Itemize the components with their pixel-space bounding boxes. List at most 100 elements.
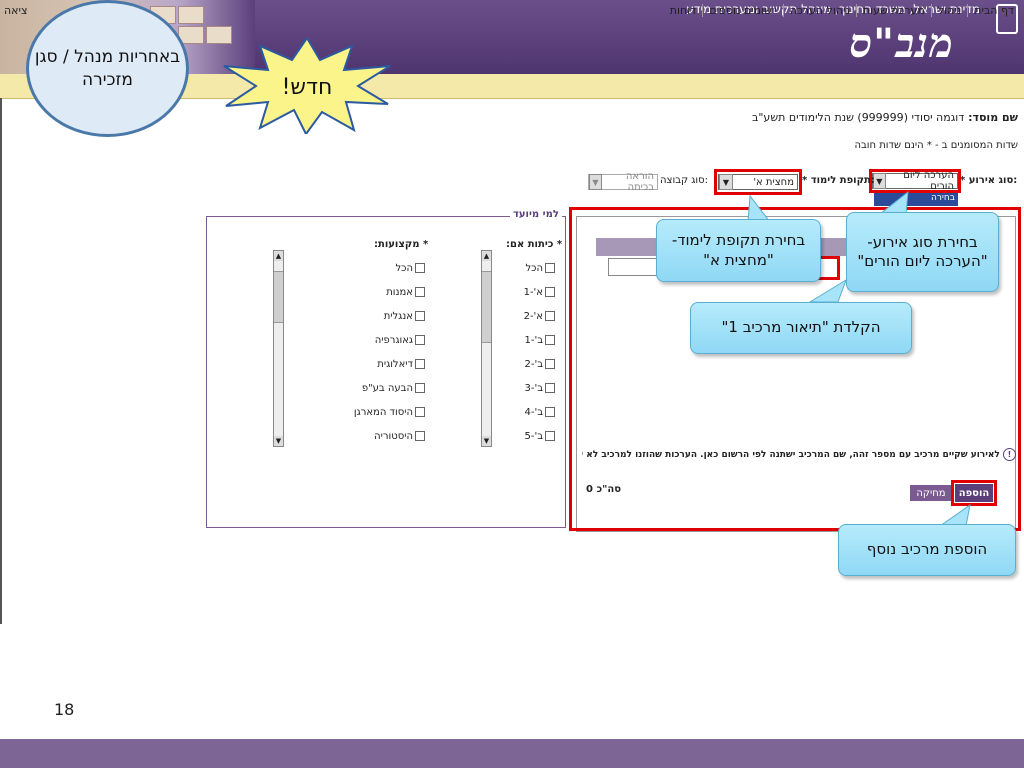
list-item[interactable]: הכל [500, 256, 555, 280]
group-type-select[interactable]: הוראה בכיתה ▼ [588, 171, 658, 193]
classes-scrollbar[interactable]: ▲ ▼ [481, 250, 492, 447]
classes-list: הכל א'-1 א'-2 ב'-1 ב'-2 ב'-3 ב'-4 ב'-5 [500, 256, 555, 448]
new-starburst: חדש! [223, 38, 391, 134]
period-label: * תקופת לימוד: [802, 175, 875, 186]
checkbox[interactable] [545, 407, 555, 417]
checkbox[interactable] [545, 359, 555, 369]
nav-item-reports[interactable]: דוחות [664, 4, 702, 17]
class-label: ב'-4 [524, 406, 543, 418]
scroll-thumb[interactable] [482, 271, 491, 343]
nav-item-exit[interactable]: ציאה [4, 4, 28, 17]
subject-label: אנגלית [383, 310, 413, 322]
class-label: א'-1 [523, 286, 543, 298]
nav-item-home[interactable]: דף הבית [967, 4, 1020, 17]
checkbox[interactable] [415, 359, 425, 369]
callout-period: בחירת תקופת לימוד- "מחצית א" [656, 219, 821, 282]
list-item[interactable]: ב'-5 [500, 424, 555, 448]
event-type-select[interactable]: הערכה ליום הורים ▼ [872, 170, 958, 192]
checkbox[interactable] [415, 335, 425, 345]
classes-title: * כיתות אם: [506, 239, 563, 250]
list-item[interactable]: א'-2 [500, 304, 555, 328]
event-type-label: * סוג אירוע: [960, 175, 1018, 186]
class-label: ב'-2 [524, 358, 543, 370]
chevron-down-icon[interactable]: ▼ [589, 174, 602, 190]
subjects-list: הכל אמנות אנגלית גאוגרפיה דיאלוגית הבעה … [340, 256, 425, 448]
slide-number: 18 [54, 700, 75, 719]
checkbox[interactable] [545, 311, 555, 321]
list-item[interactable]: אמנות [340, 280, 425, 304]
class-label: ב'-1 [524, 334, 543, 346]
page-border [0, 98, 2, 624]
checkbox[interactable] [415, 431, 425, 441]
list-item[interactable]: א'-1 [500, 280, 555, 304]
subject-label: גאוגרפיה [374, 334, 413, 346]
warning-icon: ! [1003, 448, 1016, 461]
photo-cell [178, 6, 204, 24]
class-label: ב'-3 [524, 382, 543, 394]
checkbox[interactable] [545, 431, 555, 441]
list-item[interactable]: ב'-3 [500, 376, 555, 400]
subjects-scrollbar[interactable]: ▲ ▼ [273, 250, 284, 447]
scroll-thumb[interactable] [274, 271, 283, 323]
scroll-down-icon[interactable]: ▼ [274, 436, 283, 446]
period-select[interactable]: מחצית א' ▼ [718, 174, 798, 190]
component-warning-line: ! לאירוע שקיים מרכיב עם מספר זהה, שם המר… [582, 448, 1016, 461]
list-item[interactable]: אנגלית [340, 304, 425, 328]
class-label: א'-2 [523, 310, 543, 322]
checkbox[interactable] [415, 407, 425, 417]
class-label: ב'-5 [524, 430, 543, 442]
component-warning-text: לאירוע שקיים מרכיב עם מספר זהה, שם המרכי… [582, 450, 1000, 460]
add-button[interactable]: הוספה [955, 484, 993, 502]
main-nav: דף הבית ניהול מערכת שעות ניהול הערכה ייש… [664, 4, 1020, 17]
checkbox[interactable] [415, 311, 425, 321]
nav-item-assessment[interactable]: ניהול הערכה [782, 4, 856, 17]
required-fields-note: שדות המסומנים ב - * הינם שדות חובה [854, 140, 1018, 151]
list-item[interactable]: היסוד המארגן [340, 400, 425, 424]
scroll-down-icon[interactable]: ▼ [482, 436, 491, 446]
starburst-text: חדש! [282, 75, 333, 100]
nav-item-management[interactable]: ניהול [930, 4, 967, 17]
subjects-title: * מקצועות: [374, 239, 429, 250]
scroll-up-icon[interactable]: ▲ [482, 251, 491, 261]
app-logo: מנב"ס [849, 20, 954, 67]
nav-item-more-apps[interactable]: יישומים נוספים [702, 4, 783, 17]
checkbox[interactable] [545, 335, 555, 345]
checkbox[interactable] [415, 287, 425, 297]
scroll-up-icon[interactable]: ▲ [274, 251, 283, 261]
list-item[interactable]: דיאלוגית [340, 352, 425, 376]
subject-label: דיאלוגית [377, 358, 413, 370]
subject-label: הכל [395, 262, 413, 274]
list-item[interactable]: הבעה בע"פ [340, 376, 425, 400]
subject-label: הבעה בע"פ [361, 382, 413, 394]
list-item[interactable]: ב'-2 [500, 352, 555, 376]
list-item[interactable]: היסטוריה [340, 424, 425, 448]
checkbox[interactable] [415, 383, 425, 393]
chevron-down-icon[interactable]: ▼ [719, 174, 733, 190]
delete-button[interactable]: מחיקה [910, 485, 952, 501]
slide-footer-bar [0, 739, 1024, 768]
list-item[interactable]: גאוגרפיה [340, 328, 425, 352]
nav-item-timetable[interactable]: מערכת שעות [855, 4, 931, 17]
group-type-value: הוראה בכיתה [625, 171, 654, 193]
checkbox[interactable] [545, 263, 555, 273]
chevron-down-icon[interactable]: ▼ [873, 173, 886, 189]
list-item[interactable]: ב'-1 [500, 328, 555, 352]
callout-description: הקלדת "תיאור מרכיב 1" [690, 302, 912, 354]
callout-event-type: בחירת סוג אירוע- "הערכה ליום הורים" [846, 212, 999, 292]
checkbox[interactable] [415, 263, 425, 273]
institution-label: שם מוסד: [968, 111, 1018, 124]
list-item[interactable]: הכל [340, 256, 425, 280]
checkbox[interactable] [545, 383, 555, 393]
target-audience-legend: למי מיועד [510, 209, 562, 220]
subject-label: היסטוריה [374, 430, 413, 442]
group-type-label: סוג קבוצה: [660, 175, 708, 186]
event-type-value: הערכה ליום הורים [903, 170, 954, 192]
list-item[interactable]: ב'-4 [500, 400, 555, 424]
event-type-dropdown-option[interactable]: בחירה [874, 193, 958, 206]
components-total: סה"כ 0 [586, 484, 621, 495]
subject-label: אמנות [386, 286, 413, 298]
callout-add-component: הוספת מרכיב נוסף [838, 524, 1016, 576]
checkbox[interactable] [545, 287, 555, 297]
class-label: הכל [525, 262, 543, 274]
responsibility-ellipse: באחריות מנהל / סגן מזכירה [26, 0, 189, 137]
